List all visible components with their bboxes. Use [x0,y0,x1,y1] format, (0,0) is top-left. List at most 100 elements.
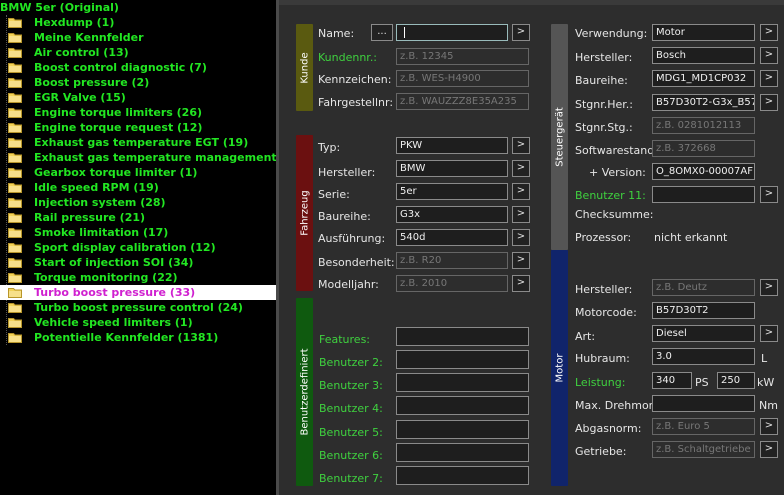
folder-icon [8,333,22,343]
abgasnorm-input[interactable]: z.B. Euro 5 [652,418,755,435]
version-input[interactable]: O_8OMX0-00007AF [652,163,755,180]
abgasnorm-select-button[interactable]: > [760,418,778,435]
getriebe-input[interactable]: z.B. Schaltgetriebe [652,441,755,458]
leistung-kw-input[interactable]: 250 [717,372,755,389]
tree-item[interactable]: Gearbox torque limiter (1) [0,165,276,180]
stgnr-stg-input[interactable]: z.B. 0281012113 [652,117,755,134]
motor-hersteller-select-button[interactable]: > [760,279,778,296]
modelljahr-input[interactable]: z.B. 2010 [396,275,508,292]
tree-item-label: Vehicle speed limiters (1) [34,316,193,329]
tree-root[interactable]: BMW 5er (Original) [0,0,119,15]
tree-item[interactable]: Engine torque request (12) [0,120,276,135]
tree-item[interactable]: Boost control diagnostic (7) [0,60,276,75]
stg-baureihe-input[interactable]: MDG1_MD1CP032 [652,70,755,87]
fahrzeug-hersteller-input[interactable]: BMW [396,160,508,177]
typ-input[interactable]: PKW [396,137,508,154]
tree-item[interactable]: Vehicle speed limiters (1) [0,315,276,330]
benutzer-field-input[interactable] [396,350,529,369]
tree-item[interactable]: Meine Kennfelder [0,30,276,45]
tree-item[interactable]: Hexdump (1) [0,15,276,30]
benutzer11-input[interactable] [652,186,755,203]
leistung-ps-input[interactable]: 340 [652,372,692,389]
serie-input[interactable]: 5er [396,183,508,200]
tree-item[interactable]: Turbo boost pressure control (24) [0,300,276,315]
benutzer-field-input[interactable] [396,396,529,415]
name-input[interactable] [396,24,508,41]
tree-item-label: Torque monitoring (22) [34,271,178,284]
tree-item[interactable]: Exhaust gas temperature EGT (19) [0,135,276,150]
stg-hersteller-label: Hersteller: [575,51,633,64]
benutzer-field-input[interactable] [396,443,529,462]
stg-hersteller-select-button[interactable]: > [760,47,778,64]
tree-item[interactable]: Exhaust gas temperature management (2) [0,150,276,165]
tree-item[interactable]: Torque monitoring (22) [0,270,276,285]
tree-item[interactable]: Turbo boost pressure (33) [0,285,276,300]
softwarestand-label: Softwarestand: [575,144,658,157]
besonderheit-input[interactable]: z.B. R20 [396,252,508,269]
modelljahr-select-button[interactable]: > [512,275,530,292]
tree-item[interactable]: Start of injection SOI (34) [0,255,276,270]
benutzer-field-input[interactable] [396,373,529,392]
tree-item[interactable]: Potentielle Kennfelder (1381) [0,330,276,345]
stg-hersteller-input[interactable]: Bosch [652,47,755,64]
name-browse-button[interactable]: ... [371,24,393,41]
folder-icon [8,153,22,163]
serie-select-button[interactable]: > [512,183,530,200]
softwarestand-input[interactable]: z.B. 372668 [652,140,755,157]
motor-hersteller-input[interactable]: z.B. Deutz [652,279,755,296]
typ-select-button[interactable]: > [512,137,530,154]
stgnr-her-input[interactable]: B57D30T2-G3x_B57 [652,94,755,111]
drehmom-input[interactable] [652,395,755,412]
benutzer11-select-button[interactable]: > [760,186,778,203]
name-label: Name: [318,27,355,40]
tree-item-label: Sport display calibration (12) [34,241,216,254]
folder-icon [8,288,22,298]
motor-tab-label: Motor [554,353,565,383]
getriebe-select-button[interactable]: > [760,441,778,458]
benutzerdefiniert-section-tab: Benutzerdefiniert [296,298,313,486]
art-input[interactable]: Diesel [652,325,755,342]
folder-icon [8,48,22,58]
stg-baureihe-label: Baureihe: [575,74,628,87]
fahrzeug-baureihe-select-button[interactable]: > [512,206,530,223]
tree-item[interactable]: Engine torque limiters (26) [0,105,276,120]
tree-item-label: Idle speed RPM (19) [34,181,159,194]
tree-item-label: Air control (13) [34,46,129,59]
stgnr-her-select-button[interactable]: > [760,94,778,111]
ausfuehrung-select-button[interactable]: > [512,229,530,246]
tree-item[interactable]: Idle speed RPM (19) [0,180,276,195]
verwendung-select-button[interactable]: > [760,24,778,41]
kundennr-input[interactable]: z.B. 12345 [396,48,529,65]
stgnr-stg-label: Stgnr.Stg.: [575,121,633,134]
tree-item[interactable]: Boost pressure (2) [0,75,276,90]
tree-item[interactable]: Air control (13) [0,45,276,60]
tree-item[interactable]: Rail pressure (21) [0,210,276,225]
fahrzeug-baureihe-input[interactable]: G3x [396,206,508,223]
folder-icon [8,138,22,148]
tree-item[interactable]: Sport display calibration (12) [0,240,276,255]
besonderheit-select-button[interactable]: > [512,252,530,269]
hubraum-input[interactable]: 3.0 [652,348,755,365]
map-tree-panel[interactable]: BMW 5er (Original) Hexdump (1) Meine Kenn… [0,0,276,495]
hubraum-unit: L [761,352,768,365]
stg-baureihe-select-button[interactable]: > [760,70,778,87]
art-select-button[interactable]: > [760,325,778,342]
tree-item[interactable]: Injection system (28) [0,195,276,210]
tree-item-label: EGR Valve (15) [34,91,126,104]
folder-icon [8,108,22,118]
fahrzeug-hersteller-select-button[interactable]: > [512,160,530,177]
folder-icon [8,213,22,223]
tree-item[interactable]: EGR Valve (15) [0,90,276,105]
motorcode-input[interactable]: B57D30T2 [652,302,755,319]
leistung-label: Leistung: [575,376,626,389]
benutzer-field-input[interactable] [396,327,529,346]
benutzer-field-input[interactable] [396,466,529,485]
kennzeichen-input[interactable]: z.B. WES-H4900 [396,70,529,87]
verwendung-input[interactable]: Motor [652,24,755,41]
benutzer-field-input[interactable] [396,420,529,439]
ausfuehrung-input[interactable]: 540d [396,229,508,246]
panel-splitter[interactable] [276,0,279,495]
fahrgestellnr-input[interactable]: z.B. WAUZZZ8E35A235 [396,93,529,110]
name-select-button[interactable]: > [512,24,530,41]
tree-item[interactable]: Smoke limitation (17) [0,225,276,240]
